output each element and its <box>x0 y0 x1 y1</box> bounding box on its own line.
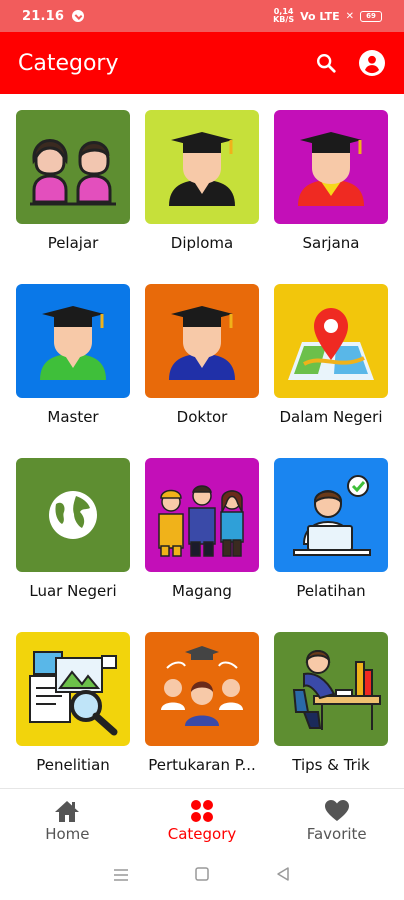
category-label: Diploma <box>170 234 234 252</box>
search-button[interactable] <box>312 49 340 77</box>
wifi-icon: ✕ <box>345 10 354 22</box>
category-label: Pelatihan <box>296 582 366 600</box>
category-doktor[interactable]: Doktor <box>145 284 259 426</box>
nav-favorite[interactable]: Favorite <box>269 789 404 852</box>
category-label: Luar Negeri <box>29 582 117 600</box>
square-icon <box>195 867 209 881</box>
category-tile[interactable] <box>16 458 130 572</box>
category-tile[interactable] <box>145 110 259 224</box>
category-tips-trik[interactable]: Tips & Trik <box>274 632 388 774</box>
graduate-icon <box>274 110 388 224</box>
category-tile[interactable] <box>16 284 130 398</box>
category-diploma[interactable]: Diploma <box>145 110 259 252</box>
battery-icon: 69 <box>360 10 382 22</box>
menu-icon <box>113 868 128 881</box>
category-tile[interactable] <box>16 110 130 224</box>
back-triangle-icon <box>277 867 290 881</box>
category-tile[interactable] <box>274 458 388 572</box>
category-pertukaran[interactable]: Pertukaran P... <box>145 632 259 774</box>
workers-icon <box>145 458 259 572</box>
home-icon <box>55 800 80 822</box>
bottom-navigation: Home Category Favorite <box>0 788 404 852</box>
category-tile[interactable] <box>274 632 388 746</box>
account-button[interactable] <box>358 49 386 77</box>
category-dalam-negeri[interactable]: Dalam Negeri <box>274 284 388 426</box>
system-navigation-bar <box>0 852 404 900</box>
nav-home-label: Home <box>45 824 90 843</box>
app-bar: Category <box>0 32 404 94</box>
category-luar-negeri[interactable]: Luar Negeri <box>16 458 130 600</box>
category-tile[interactable] <box>145 284 259 398</box>
nav-home[interactable]: Home <box>0 789 135 852</box>
research-icon <box>16 632 130 746</box>
network-speed: 0,14 KB/S <box>273 7 295 24</box>
nav-favorite-label: Favorite <box>306 824 367 843</box>
category-tile[interactable] <box>274 110 388 224</box>
recents-button[interactable] <box>113 867 129 886</box>
graduate-icon <box>16 284 130 398</box>
category-magang[interactable]: Magang <box>145 458 259 600</box>
category-sarjana[interactable]: Sarjana <box>274 110 388 252</box>
category-penelitian[interactable]: Penelitian <box>16 632 130 774</box>
nav-category[interactable]: Category <box>135 789 270 852</box>
graduate-icon <box>145 284 259 398</box>
heart-icon <box>324 799 349 821</box>
category-tile[interactable] <box>145 458 259 572</box>
map-pin-icon <box>274 284 388 398</box>
home-system-button[interactable] <box>194 866 210 886</box>
search-icon <box>317 54 336 73</box>
page-title: Category <box>18 50 119 76</box>
category-label: Sarjana <box>302 234 360 252</box>
students-icon <box>16 110 130 224</box>
status-bar: 21.16 0,14 KB/S Vo LTE ✕ 69 <box>0 0 404 32</box>
category-icon <box>191 799 213 822</box>
category-tile[interactable] <box>145 632 259 746</box>
category-label: Pertukaran P... <box>148 756 256 774</box>
status-time: 21.16 <box>22 8 65 24</box>
category-label: Master <box>47 408 99 426</box>
nav-category-label: Category <box>167 824 237 843</box>
category-tile[interactable] <box>16 632 130 746</box>
status-icons: 0,14 KB/S Vo LTE ✕ 69 <box>273 8 382 24</box>
category-tile[interactable] <box>274 284 388 398</box>
category-label: Doktor <box>176 408 228 426</box>
globe-icon <box>16 458 130 572</box>
signal-icon: Vo LTE <box>300 9 340 23</box>
account-icon <box>359 50 385 76</box>
category-pelatihan[interactable]: Pelatihan <box>274 458 388 600</box>
category-label: Dalam Negeri <box>279 408 383 426</box>
category-label: Penelitian <box>36 756 110 774</box>
graduate-icon <box>145 110 259 224</box>
category-pelajar[interactable]: Pelajar <box>16 110 130 252</box>
study-desk-icon <box>274 632 388 746</box>
category-master[interactable]: Master <box>16 284 130 426</box>
back-button[interactable] <box>275 866 291 886</box>
laptop-user-icon <box>274 458 388 572</box>
exchange-icon <box>145 632 259 746</box>
category-label: Tips & Trik <box>292 756 370 774</box>
category-label: Pelajar <box>47 234 99 252</box>
category-label: Magang <box>172 582 232 600</box>
notification-icon <box>72 10 85 22</box>
